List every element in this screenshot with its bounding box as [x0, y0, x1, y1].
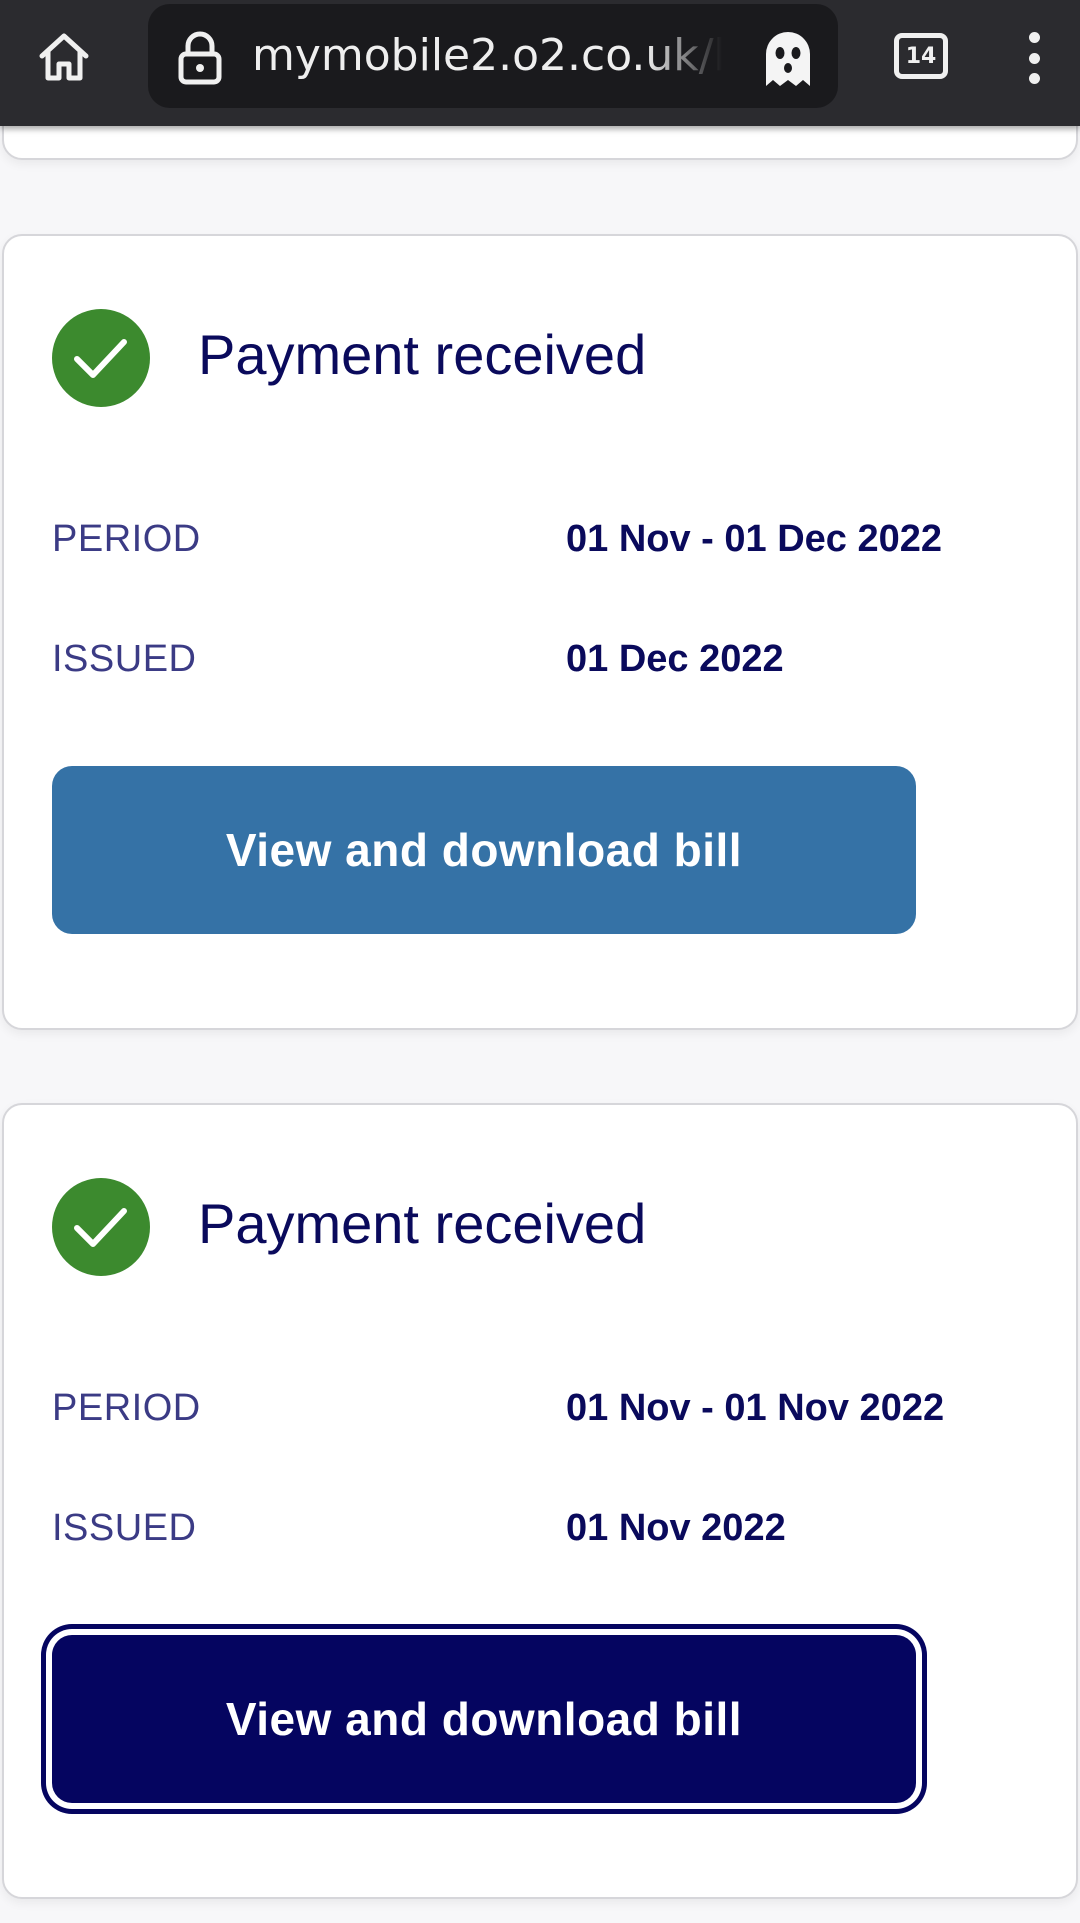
home-icon[interactable]	[28, 25, 100, 89]
bill-status: Payment received	[198, 1192, 647, 1255]
bill-card: Payment received PERIOD 01 Nov - 01 Nov …	[2, 1103, 1078, 1899]
check-circle-icon	[52, 309, 150, 407]
period-value: 01 Nov - 01 Dec 2022	[566, 518, 943, 560]
ghost-icon[interactable]	[760, 28, 816, 88]
browser-toolbar: mymobile2.o2.co.uk/bill 14	[0, 0, 1080, 126]
issued-label: ISSUED	[52, 638, 197, 680]
period-label: PERIOD	[52, 518, 201, 560]
tabs-count-button[interactable]: 14	[894, 33, 948, 79]
url-text[interactable]: mymobile2.o2.co.uk/bill	[252, 4, 722, 108]
view-download-bill-button[interactable]: View and download bill	[52, 1635, 916, 1803]
period-label: PERIOD	[52, 1387, 201, 1429]
issued-value: 01 Dec 2022	[566, 638, 784, 680]
period-value: 01 Nov - 01 Nov 2022	[566, 1387, 945, 1429]
bill-card: Payment received PERIOD 01 Nov - 01 Dec …	[2, 234, 1078, 1030]
bill-status: Payment received	[198, 323, 647, 386]
issued-label: ISSUED	[52, 1507, 197, 1549]
issued-value: 01 Nov 2022	[566, 1507, 786, 1549]
view-download-bill-button[interactable]: View and download bill	[52, 766, 916, 934]
more-vertical-icon[interactable]	[1016, 28, 1052, 88]
lock-icon	[178, 31, 222, 85]
check-circle-icon	[52, 1178, 150, 1276]
address-bar[interactable]: mymobile2.o2.co.uk/bill	[148, 4, 838, 108]
